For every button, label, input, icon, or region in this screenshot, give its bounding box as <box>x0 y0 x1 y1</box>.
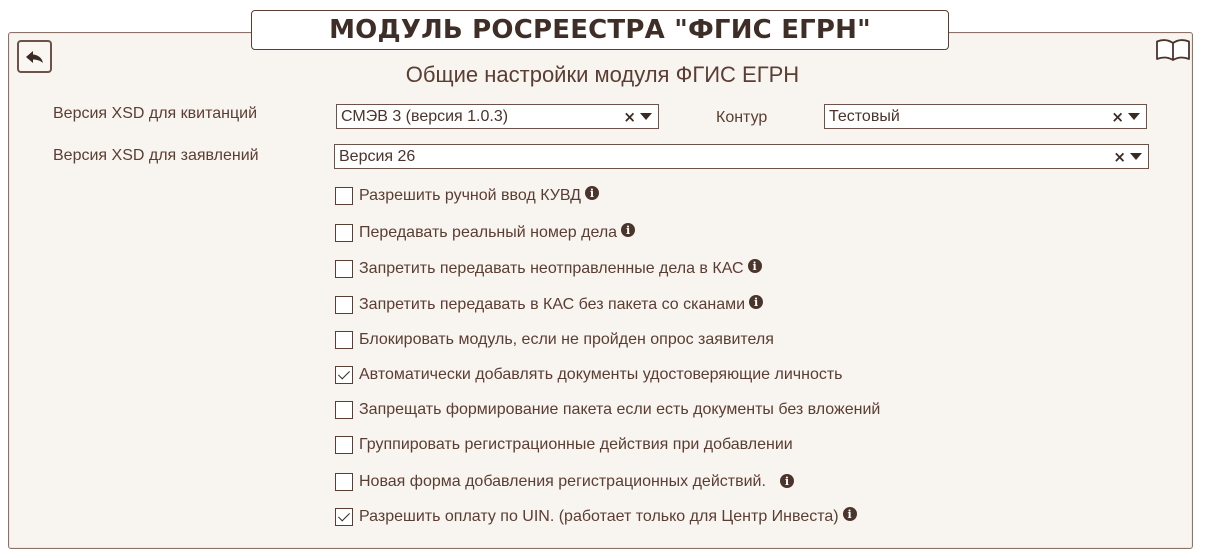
checkbox-label[interactable]: Передавать реальный номер дела <box>359 224 617 242</box>
xsd-receipts-select[interactable]: СМЭВ 3 (версия 1.0.3) × <box>336 104 659 129</box>
info-icon[interactable]: i <box>585 186 600 200</box>
back-button[interactable] <box>17 40 52 73</box>
checkbox-row[interactable]: Запретить передавать неотправленные дела… <box>335 258 762 280</box>
checkbox[interactable] <box>335 366 353 384</box>
checkbox[interactable] <box>335 187 353 205</box>
checkbox-row[interactable]: Группировать регистрационные действия пр… <box>335 434 793 456</box>
checkbox[interactable] <box>335 260 353 278</box>
contour-label: Контур <box>716 109 768 126</box>
info-icon[interactable]: i <box>749 295 764 309</box>
xsd-applications-value: Версия 26 <box>339 147 416 165</box>
checkbox-row[interactable]: Блокировать модуль, если не пройден опро… <box>335 329 774 351</box>
chevron-down-icon[interactable] <box>1130 153 1142 160</box>
checkbox-label[interactable]: Блокировать модуль, если не пройден опро… <box>359 331 774 349</box>
info-icon[interactable]: i <box>779 474 794 488</box>
checkbox-label[interactable]: Разрешить ручной ввод КУВД <box>359 187 581 205</box>
checkbox[interactable] <box>335 296 353 314</box>
checkbox[interactable] <box>335 436 353 454</box>
xsd-receipts-label: Версия XSD для квитанций <box>53 105 257 122</box>
clear-icon[interactable]: × <box>1113 148 1126 166</box>
xsd-applications-label: Версия XSD для заявлений <box>53 147 259 164</box>
checkbox-label[interactable]: Запрещать формирование пакета если есть … <box>359 401 880 419</box>
checkbox-label[interactable]: Запретить передавать в КАС без пакета со… <box>359 296 745 314</box>
back-arrow-icon <box>25 50 43 63</box>
checkbox-label[interactable]: Группировать регистрационные действия пр… <box>359 436 793 454</box>
checkbox-row[interactable]: Передавать реальный номер дела i <box>335 222 636 244</box>
chevron-down-icon[interactable] <box>1128 113 1140 120</box>
checkbox-row[interactable]: Новая форма добавления регистрационных д… <box>335 471 794 493</box>
checkbox-label[interactable]: Автоматически добавлять документы удосто… <box>359 366 843 384</box>
checkbox-label[interactable]: Запретить передавать неотправленные дела… <box>359 260 744 278</box>
checkbox[interactable] <box>335 401 353 419</box>
checkbox[interactable] <box>335 331 353 349</box>
clear-icon[interactable]: × <box>1111 108 1124 126</box>
info-icon[interactable]: i <box>842 507 857 521</box>
open-book-icon[interactable] <box>1155 38 1191 62</box>
info-icon[interactable]: i <box>621 223 636 237</box>
checkbox[interactable] <box>335 473 353 491</box>
contour-select[interactable]: Тестовый × <box>824 104 1147 129</box>
checkbox[interactable] <box>335 508 353 526</box>
info-icon[interactable]: i <box>747 259 762 273</box>
checkbox-row[interactable]: Запрещать формирование пакета если есть … <box>335 399 880 421</box>
chevron-down-icon[interactable] <box>640 113 652 120</box>
module-title: МОДУЛЬ РОСРЕЕСТРА "ФГИС ЕГРН" <box>251 10 949 50</box>
checkbox[interactable] <box>335 224 353 242</box>
checkbox-row[interactable]: Автоматически добавлять документы удосто… <box>335 364 843 386</box>
contour-value: Тестовый <box>829 107 900 125</box>
checkbox-row[interactable]: Запретить передавать в КАС без пакета со… <box>335 294 764 316</box>
checkbox-row[interactable]: Разрешить оплату по UIN. (работает тольк… <box>335 506 857 528</box>
clear-icon[interactable]: × <box>623 108 636 126</box>
checkbox-label[interactable]: Новая форма добавления регистрационных д… <box>359 473 766 491</box>
checkbox-row[interactable]: Разрешить ручной ввод КУВД i <box>335 185 600 207</box>
xsd-applications-select[interactable]: Версия 26 × <box>334 144 1149 169</box>
xsd-receipts-value: СМЭВ 3 (версия 1.0.3) <box>341 107 509 125</box>
page-subtitle: Общие настройки модуля ФГИС ЕГРН <box>405 62 800 87</box>
checkbox-label[interactable]: Разрешить оплату по UIN. (работает тольк… <box>359 508 839 526</box>
